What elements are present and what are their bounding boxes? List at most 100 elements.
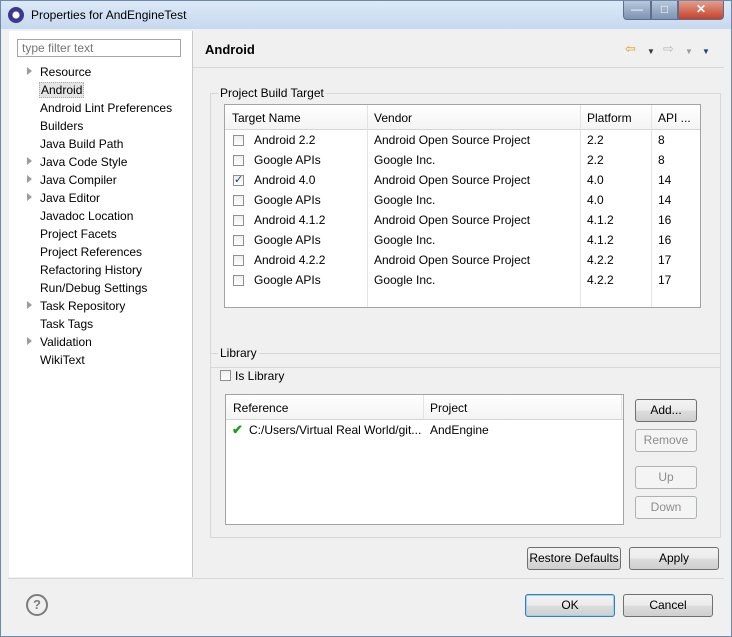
- tree-item[interactable]: Java Build Path: [9, 136, 189, 153]
- table-row[interactable]: Google APIs Google Inc. 2.2 8: [225, 150, 700, 170]
- target-checkbox[interactable]: [233, 195, 244, 206]
- tree-item[interactable]: Validation: [9, 334, 189, 351]
- target-platform: 2.2: [587, 133, 604, 147]
- table-row[interactable]: Google APIs Google Inc. 4.0 14: [225, 190, 700, 210]
- table-row[interactable]: Android 4.0 Android Open Source Project 4.…: [225, 170, 700, 190]
- column-header-project[interactable]: Project: [430, 401, 467, 415]
- view-menu-icon[interactable]: ▼: [702, 45, 710, 58]
- tree-item[interactable]: Javadoc Location: [9, 208, 189, 225]
- library-table: Reference Project ✔ C:/Users/Virtual Rea…: [225, 394, 624, 525]
- is-library-label[interactable]: Is Library: [235, 369, 284, 383]
- build-target-group: Project Build Target Target Name Vendor …: [210, 86, 721, 368]
- up-button[interactable]: Up: [635, 466, 697, 489]
- target-api: 14: [658, 193, 672, 207]
- tree-item[interactable]: WikiText: [9, 352, 189, 369]
- tree-item[interactable]: Java Compiler: [9, 172, 189, 189]
- apply-button[interactable]: Apply: [629, 547, 719, 570]
- target-platform: 4.1.2: [587, 213, 614, 227]
- maximize-button[interactable]: □: [651, 1, 678, 20]
- target-checkbox[interactable]: [233, 235, 244, 246]
- table-row[interactable]: Android 4.1.2 Android Open Source Project…: [225, 210, 700, 230]
- add-button[interactable]: Add...: [635, 399, 697, 422]
- table-row[interactable]: Google APIs Google Inc. 4.2.2 17: [225, 270, 700, 290]
- android-page: Android ⇦ ▼ ⇨ ▼ ▼ Project Build Target T…: [193, 31, 724, 577]
- cancel-button[interactable]: Cancel: [623, 594, 713, 617]
- target-vendor: Android Open Source Project: [374, 173, 531, 187]
- target-vendor: Android Open Source Project: [374, 133, 531, 147]
- back-arrow-icon[interactable]: ⇦: [625, 42, 636, 55]
- tree-item[interactable]: Android: [9, 82, 189, 99]
- tree-item[interactable]: Resource: [9, 64, 189, 81]
- forward-history-dropdown-icon: ▼: [685, 47, 693, 56]
- target-platform: 4.0: [587, 173, 604, 187]
- build-target-header: Target Name Vendor Platform API ...: [225, 105, 700, 130]
- tree-item-label: Java Compiler: [40, 173, 117, 187]
- ok-button[interactable]: OK: [525, 594, 615, 617]
- tree-item-label: Task Repository: [40, 299, 126, 313]
- target-api: 8: [658, 153, 665, 167]
- back-history-dropdown-icon[interactable]: ▼: [647, 45, 655, 58]
- tree-item[interactable]: Task Tags: [9, 316, 189, 333]
- expand-arrow-icon[interactable]: [27, 301, 32, 309]
- library-group: Library Is Library Reference Project ✔ C…: [210, 346, 721, 538]
- tree-item[interactable]: Refactoring History: [9, 262, 189, 279]
- target-api: 17: [658, 253, 672, 267]
- column-header-reference[interactable]: Reference: [233, 401, 288, 415]
- column-header-api[interactable]: API ...: [658, 111, 691, 125]
- expand-arrow-icon[interactable]: [27, 337, 32, 345]
- table-row[interactable]: ✔ C:/Users/Virtual Real World/git... And…: [226, 420, 623, 440]
- expand-arrow-icon[interactable]: [27, 193, 32, 201]
- help-icon[interactable]: ?: [26, 594, 48, 616]
- tree-item[interactable]: Project References: [9, 244, 189, 261]
- target-checkbox[interactable]: [233, 255, 244, 266]
- is-library-checkbox[interactable]: [220, 370, 231, 381]
- minimize-button[interactable]: —: [623, 1, 651, 20]
- tree-item-label: WikiText: [40, 353, 85, 367]
- tree-item[interactable]: Java Editor: [9, 190, 189, 207]
- tree-item-label: Project Facets: [40, 227, 117, 241]
- target-platform: 4.2.2: [587, 253, 614, 267]
- category-pane: Resource Android Android Lint Preferences B…: [9, 31, 193, 577]
- tree-item[interactable]: Run/Debug Settings: [9, 280, 189, 297]
- expand-arrow-icon[interactable]: [27, 67, 32, 75]
- column-header-target-name[interactable]: Target Name: [232, 111, 301, 125]
- title-bar[interactable]: Properties for AndEngineTest — □ ✕: [1, 1, 731, 29]
- tree-item[interactable]: Task Repository: [9, 298, 189, 315]
- column-header-vendor[interactable]: Vendor: [374, 111, 412, 125]
- target-name: Android 2.2: [254, 133, 316, 147]
- check-mark-icon: ✔: [232, 422, 243, 437]
- target-platform: 4.2.2: [587, 273, 614, 287]
- table-row[interactable]: Google APIs Google Inc. 4.1.2 16: [225, 230, 700, 250]
- tree-item-label: Java Code Style: [40, 155, 128, 169]
- restore-defaults-button[interactable]: Restore Defaults: [527, 547, 621, 570]
- target-vendor: Google Inc.: [374, 153, 436, 167]
- target-api: 16: [658, 233, 672, 247]
- tree-item-label: Task Tags: [40, 317, 94, 331]
- tree-item[interactable]: Project Facets: [9, 226, 189, 243]
- target-platform: 4.0: [587, 193, 604, 207]
- expand-arrow-icon[interactable]: [27, 175, 32, 183]
- remove-button[interactable]: Remove: [635, 429, 697, 452]
- column-header-platform[interactable]: Platform: [587, 111, 632, 125]
- forward-arrow-icon: ⇨: [663, 41, 674, 56]
- table-row[interactable]: Android 4.2.2 Android Open Source Project…: [225, 250, 700, 270]
- close-button[interactable]: ✕: [678, 1, 724, 20]
- tree-item-label: Run/Debug Settings: [40, 281, 148, 295]
- tree-item[interactable]: Android Lint Preferences: [9, 100, 189, 117]
- target-checkbox[interactable]: [233, 135, 244, 146]
- build-target-table: Target Name Vendor Platform API ... Andr…: [224, 104, 701, 308]
- library-label: Library: [218, 346, 259, 360]
- target-api: 8: [658, 133, 665, 147]
- target-checkbox[interactable]: [233, 155, 244, 166]
- target-checkbox[interactable]: [233, 173, 244, 186]
- expand-arrow-icon[interactable]: [27, 157, 32, 165]
- target-checkbox[interactable]: [233, 275, 244, 286]
- target-checkbox[interactable]: [233, 215, 244, 226]
- down-button[interactable]: Down: [635, 496, 697, 519]
- table-row[interactable]: Android 2.2 Android Open Source Project 2.…: [225, 130, 700, 150]
- target-name: Google APIs: [254, 233, 321, 247]
- tree-item[interactable]: Java Code Style: [9, 154, 189, 171]
- filter-input[interactable]: [17, 39, 181, 57]
- tree-item[interactable]: Builders: [9, 118, 189, 135]
- build-target-label: Project Build Target: [218, 86, 326, 100]
